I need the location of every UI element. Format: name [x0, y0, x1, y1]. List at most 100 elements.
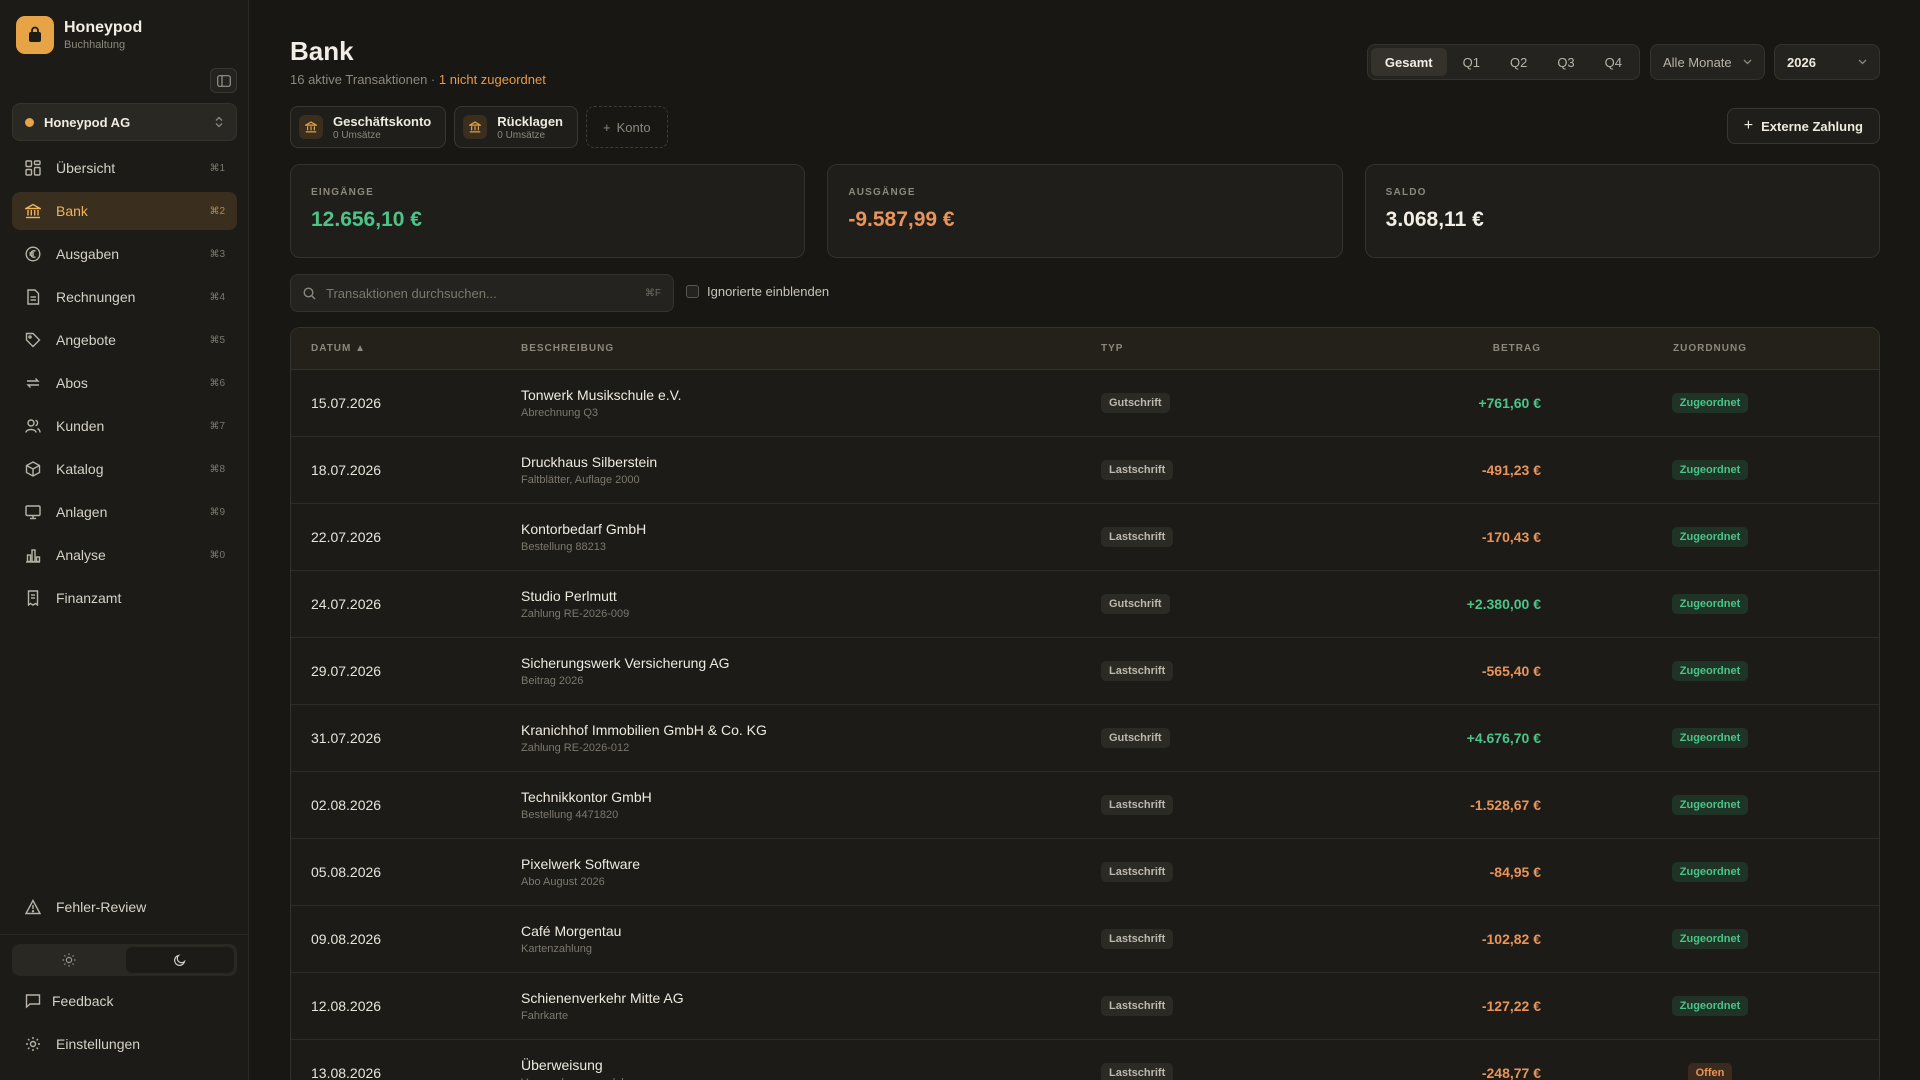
cell-type: Lastschrift — [1101, 795, 1301, 815]
add-account-button[interactable]: + Konto — [586, 106, 668, 148]
transaction-title: Studio Perlmutt — [521, 588, 617, 604]
feedback-link[interactable]: Feedback — [12, 982, 237, 1020]
gear-icon — [24, 1035, 42, 1053]
transaction-reference: Faltblätter, Auflage 2000 — [521, 474, 640, 486]
brand[interactable]: Honeypod Buchhaltung — [16, 16, 142, 54]
sidebar-item-rechnungen[interactable]: Rechnungen ⌘4 — [12, 278, 237, 316]
cell-date: 15.07.2026 — [291, 395, 521, 411]
card-label: AUSGÄNGE — [848, 187, 916, 198]
table-row[interactable]: 15.07.2026 Tonwerk Musikschule e.V. Abrech… — [291, 370, 1879, 437]
cell-date: 22.07.2026 — [291, 529, 521, 545]
chevron-down-icon — [1858, 59, 1867, 65]
status-badge[interactable]: Zugeordnet — [1671, 527, 1749, 547]
show-ignored-toggle[interactable]: Ignorierte einblenden — [686, 284, 829, 299]
status-badge[interactable]: Zugeordnet — [1671, 996, 1749, 1016]
tab-q2[interactable]: Q2 — [1496, 48, 1541, 76]
status-badge[interactable]: Zugeordnet — [1671, 862, 1749, 882]
table-row[interactable]: 05.08.2026 Pixelwerk Software Abo August 2… — [291, 839, 1879, 906]
cell-date: 05.08.2026 — [291, 864, 521, 880]
table-row[interactable]: 09.08.2026 Café Morgentau Kartenzahlung Las… — [291, 906, 1879, 973]
sidebar-item-kunden[interactable]: Kunden ⌘7 — [12, 407, 237, 445]
sidebar-item-uebersicht[interactable]: Übersicht ⌘1 — [12, 149, 237, 187]
account-ruecklagen[interactable]: Rücklagen 0 Umsätze — [454, 106, 578, 148]
error-review-link[interactable]: Fehler-Review — [12, 888, 237, 931]
light-mode-button[interactable] — [15, 947, 123, 973]
dark-mode-button[interactable] — [126, 947, 234, 973]
month-select[interactable]: Alle Monate — [1650, 44, 1765, 80]
transaction-date: 18.07.2026 — [311, 462, 382, 478]
search-input[interactable] — [326, 285, 635, 301]
transaction-amount: +2.380,00 € — [1466, 596, 1541, 612]
type-chip: Lastschrift — [1101, 795, 1174, 815]
external-payment-button[interactable]: + Externe Zahlung — [1726, 108, 1880, 144]
sidebar-item-finanzamt[interactable]: Finanzamt — [12, 579, 237, 617]
status-badge[interactable]: Zugeordnet — [1671, 393, 1749, 413]
transaction-title: Technikkontor GmbH — [521, 789, 652, 805]
year-select[interactable]: 2026 — [1774, 44, 1880, 80]
sidebar-item-ausgaben[interactable]: Ausgaben ⌘3 — [12, 235, 237, 273]
settings-link[interactable]: Einstellungen — [12, 1025, 237, 1063]
sidebar-item-fehler-review[interactable]: Fehler-Review — [12, 888, 237, 926]
sidebar-item-analyse[interactable]: Analyse ⌘0 — [12, 536, 237, 574]
table-row[interactable]: 31.07.2026 Kranichhof Immobilien GmbH & C… — [291, 705, 1879, 772]
sidebar-item-label: Kunden — [56, 418, 105, 434]
sidebar-item-bank[interactable]: Bank ⌘2 — [12, 192, 237, 230]
status-badge[interactable]: Zugeordnet — [1671, 929, 1749, 949]
sun-icon — [62, 953, 76, 967]
column-header-date[interactable]: DATUM ▲ — [291, 343, 521, 354]
status-badge[interactable]: Zugeordnet — [1671, 594, 1749, 614]
shortcut-hint: ⌘6 — [209, 377, 225, 389]
table-row[interactable]: 12.08.2026 Schienenverkehr Mitte AG Fahrka… — [291, 973, 1879, 1040]
sidebar-item-label: Angebote — [56, 332, 116, 348]
tab-q1[interactable]: Q1 — [1449, 48, 1494, 76]
transaction-title: Kranichhof Immobilien GmbH & Co. KG — [521, 722, 767, 738]
status-badge[interactable]: Zugeordnet — [1671, 795, 1749, 815]
search-box[interactable]: ⌘F — [290, 274, 674, 312]
status-badge[interactable]: Zugeordnet — [1671, 460, 1749, 480]
theme-toggle[interactable] — [12, 944, 237, 976]
cell-assignment: Zugeordnet — [1541, 862, 1879, 882]
bank-icon — [24, 202, 42, 220]
table-row[interactable]: 13.08.2026 ÜberweisungVerwendungszweck le… — [291, 1040, 1879, 1080]
table-row[interactable]: 22.07.2026 Kontorbedarf GmbH Bestellung 88… — [291, 504, 1879, 571]
sidebar-collapse-button[interactable] — [210, 68, 237, 93]
transaction-amount: -127,22 € — [1481, 998, 1541, 1014]
chart-icon — [24, 546, 42, 564]
company-switcher[interactable]: Honeypod AG — [12, 103, 237, 141]
sidebar-item-label: Anlagen — [56, 504, 108, 520]
tab-gesamt[interactable]: Gesamt — [1370, 48, 1447, 76]
receipt-icon — [24, 589, 42, 607]
sidebar-item-abos[interactable]: Abos ⌘6 — [12, 364, 237, 402]
transaction-amount: -170,43 € — [1481, 529, 1541, 545]
transaction-date: 22.07.2026 — [311, 529, 382, 545]
table-row[interactable]: 18.07.2026 Druckhaus Silberstein Faltblätt… — [291, 437, 1879, 504]
cell-type: Lastschrift — [1101, 460, 1301, 480]
sidebar-item-anlagen[interactable]: Anlagen ⌘9 — [12, 493, 237, 531]
sidebar-item-angebote[interactable]: Angebote ⌘5 — [12, 321, 237, 359]
transaction-reference: Abo August 2026 — [521, 876, 605, 888]
transaction-date: 05.08.2026 — [311, 864, 382, 880]
transaction-reference: Bestellung 88213 — [521, 541, 607, 553]
account-transactions: 0 Umsätze — [333, 129, 381, 141]
transaction-title: Überweisung — [521, 1057, 603, 1073]
sidebar-item-label: Abos — [56, 375, 88, 391]
cell-amount: +2.380,00 € — [1301, 596, 1541, 612]
type-chip: Gutschrift — [1101, 728, 1170, 748]
bag-icon — [16, 16, 54, 54]
status-badge[interactable]: Zugeordnet — [1671, 728, 1749, 748]
status-badge[interactable]: Zugeordnet — [1671, 661, 1749, 681]
table-row[interactable]: 02.08.2026 Technikkontor GmbH Bestellung 4… — [291, 772, 1879, 839]
transaction-reference: Bestellung 4471820 — [521, 809, 619, 821]
unassigned-link[interactable]: 1 nicht zugeordnet — [439, 72, 546, 87]
table-row[interactable]: 29.07.2026 Sicherungswerk Versicherung AG… — [291, 638, 1879, 705]
shortcut-hint: ⌘2 — [209, 205, 225, 217]
show-ignored-checkbox[interactable] — [686, 285, 699, 298]
status-badge[interactable]: Offen — [1687, 1063, 1733, 1080]
file-icon — [24, 288, 42, 306]
sidebar-item-katalog[interactable]: Katalog ⌘8 — [12, 450, 237, 488]
tab-q4[interactable]: Q4 — [1591, 48, 1636, 76]
account-geschaeftskonto[interactable]: Geschäftskonto 0 Umsätze — [290, 106, 447, 148]
sidebar-toggle-icon — [216, 74, 231, 87]
tab-q3[interactable]: Q3 — [1543, 48, 1588, 76]
table-row[interactable]: 24.07.2026 Studio Perlmutt Zahlung RE-2026… — [291, 571, 1879, 638]
